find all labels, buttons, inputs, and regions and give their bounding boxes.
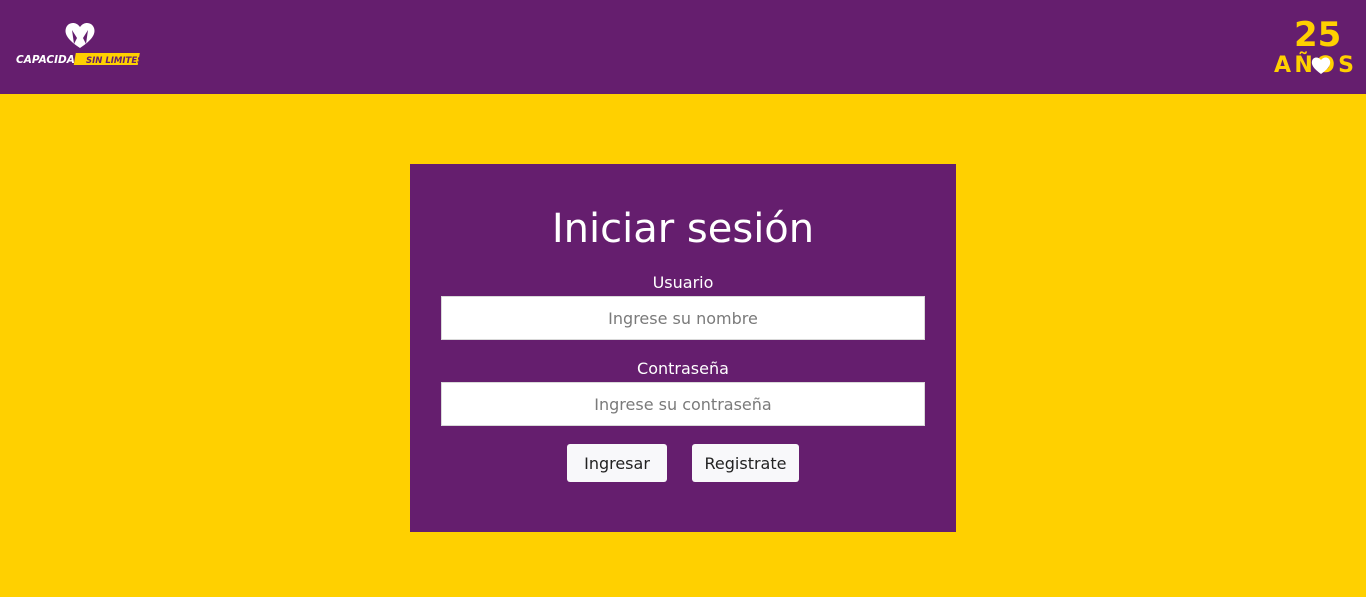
username-input[interactable] bbox=[441, 296, 925, 340]
heart-hands-logo-icon bbox=[65, 22, 95, 48]
anniversary-number: 25 bbox=[1294, 15, 1341, 55]
anniversary-logo: 25 AÑOS bbox=[1274, 15, 1354, 76]
top-header: CAPACIDAD SIN LIMITES 25 AÑOS bbox=[0, 0, 1366, 94]
login-button[interactable]: Ingresar bbox=[567, 444, 667, 482]
password-input[interactable] bbox=[441, 382, 925, 426]
login-card: Iniciar sesión Usuario Contraseña Ingres… bbox=[410, 164, 956, 532]
brand-name-part1: CAPACIDAD bbox=[16, 54, 84, 66]
brand-name-part2: SIN LIMITES bbox=[86, 56, 143, 66]
register-button[interactable]: Registrate bbox=[692, 444, 799, 482]
brand-logo[interactable]: CAPACIDAD SIN LIMITES bbox=[14, 18, 150, 68]
password-label: Contraseña bbox=[637, 359, 729, 378]
username-label: Usuario bbox=[652, 273, 714, 292]
login-title: Iniciar sesión bbox=[551, 206, 815, 252]
login-page: CAPACIDAD SIN LIMITES 25 AÑOS Iniciar se… bbox=[0, 0, 1366, 597]
